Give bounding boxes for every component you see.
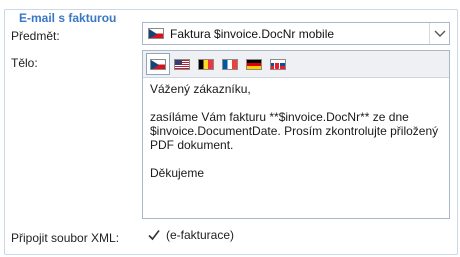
- language-tab-cz[interactable]: [146, 53, 170, 75]
- body-line: Vážený zákazníku,: [150, 82, 251, 96]
- subject-label: Předmět:: [11, 29, 60, 43]
- language-toolbar: [143, 51, 449, 78]
- language-tab-sk[interactable]: [266, 53, 290, 75]
- subject-value: Faktura $invoice.DocNr mobile: [143, 27, 429, 41]
- checkmark-icon: [146, 227, 162, 243]
- flag-fr-icon: [222, 58, 238, 70]
- dropdown-arrow[interactable]: [429, 23, 449, 44]
- subject-text: Faktura $invoice.DocNr mobile: [170, 26, 335, 41]
- flag-cz-icon: [150, 58, 166, 70]
- subject-select[interactable]: Faktura $invoice.DocNr mobile: [142, 22, 450, 45]
- chevron-down-icon: [434, 30, 445, 37]
- attach-xml-checkbox-label: (e-fakturace): [166, 228, 235, 242]
- body-line: zasíláme Vám fakturu **$invoice.DocNr** …: [150, 110, 442, 152]
- language-tab-fr[interactable]: [218, 53, 242, 75]
- flag-us-icon: [174, 58, 190, 70]
- flag-cz-icon: [148, 28, 164, 39]
- body-line: Děkujeme: [150, 166, 205, 180]
- section-title: E-mail s fakturou: [15, 11, 121, 25]
- flag-be-icon: [198, 58, 214, 70]
- attach-xml-label: Připojit soubor XML:: [11, 231, 120, 245]
- language-tab-us[interactable]: [170, 53, 194, 75]
- flag-de-icon: [246, 58, 262, 70]
- body-editor[interactable]: Vážený zákazníku, zasíláme Vám fakturu *…: [142, 50, 450, 219]
- body-text[interactable]: Vážený zákazníku, zasíláme Vám fakturu *…: [143, 78, 449, 184]
- flag-sk-icon: [270, 58, 286, 70]
- body-label: Tělo:: [11, 56, 38, 70]
- language-tab-de[interactable]: [242, 53, 266, 75]
- attach-xml-checkbox[interactable]: (e-fakturace): [146, 227, 234, 243]
- language-tab-be[interactable]: [194, 53, 218, 75]
